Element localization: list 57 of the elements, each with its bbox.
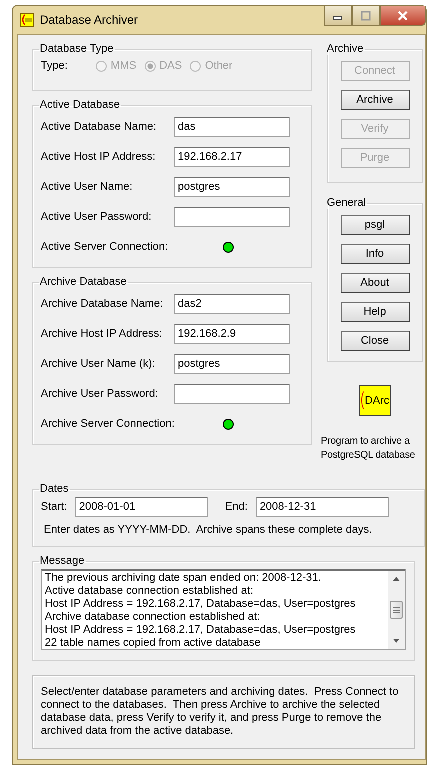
scroll-up-icon[interactable] xyxy=(393,577,400,581)
status-label: Archive Server Connection: xyxy=(41,418,174,430)
scroll-down-icon[interactable] xyxy=(393,639,400,643)
log-line: Host IP Address = 192.168.2.17, Database=das, User=postgres xyxy=(45,624,357,637)
action-button[interactable]: Archive xyxy=(340,90,410,110)
status-label: Active Server Connection: xyxy=(41,241,170,253)
app-icon xyxy=(20,13,34,27)
field-label: Active User Password: xyxy=(41,211,153,223)
field-label: Active Host IP Address: xyxy=(41,151,157,163)
log-line: Host IP Address = 192.168.2.17, Database=das, User=postgres xyxy=(45,598,357,611)
description-text: Program to archive a PostgreSQL database xyxy=(321,435,416,463)
instructions-text: Select/enter database parameters and archiving dates. Press Connect to connect to the databases. Then press Archive to archive the selected database data, press Verify to verify it, and press Purge to remove the archived data from the active database. xyxy=(41,686,400,738)
field-label: Archive Database Name: xyxy=(41,298,164,310)
scroll-thumb[interactable] xyxy=(390,601,403,619)
group-title: Database Type xyxy=(39,43,115,55)
field-label: Archive Host IP Address: xyxy=(41,328,164,340)
action-button[interactable]: Help xyxy=(340,302,410,322)
field-label: Archive User Password: xyxy=(41,388,160,400)
maximize-icon xyxy=(361,10,371,20)
text-field[interactable]: 192.168.2.9 xyxy=(174,324,290,344)
field-label: Start: xyxy=(41,501,68,513)
field-label: End: xyxy=(225,501,248,513)
log-line: Archive database connection established at: xyxy=(45,611,262,624)
group-title: Dates xyxy=(39,483,70,495)
action-button[interactable]: Info xyxy=(340,244,410,264)
message-log[interactable] xyxy=(41,569,406,650)
window-title: Database Archiver xyxy=(40,13,140,27)
text-field[interactable]: das xyxy=(174,117,290,137)
text-field[interactable]: postgres xyxy=(174,354,290,374)
start-date-field[interactable]: 2008-01-01 xyxy=(75,497,208,517)
log-line: Active database connection established at: xyxy=(45,585,255,598)
scrollbar[interactable] xyxy=(388,571,405,649)
close-icon xyxy=(398,10,408,20)
text-field[interactable] xyxy=(174,384,290,404)
action-button[interactable]: psgl xyxy=(340,215,410,235)
field-label: Type: xyxy=(41,60,68,72)
logo: DArc xyxy=(359,385,391,416)
text-field[interactable] xyxy=(174,207,290,227)
group-title: Message xyxy=(39,555,86,567)
minimize-button[interactable] xyxy=(324,6,352,26)
log-line: 22 table names copied from active database xyxy=(45,637,262,649)
text-field[interactable]: postgres xyxy=(174,177,290,197)
text-field[interactable]: 192.168.2.17 xyxy=(174,147,290,167)
action-button[interactable]: Close xyxy=(340,331,410,351)
group-title: Archive Database xyxy=(39,276,128,288)
end-date-field[interactable]: 2008-12-31 xyxy=(256,497,389,517)
text-field[interactable]: das2 xyxy=(174,294,290,314)
field-label: Active Database Name: xyxy=(41,121,158,133)
hint-text: Enter dates as YYYY-MM-DD. Archive spans these complete days. xyxy=(44,524,374,536)
field-label: Active User Name: xyxy=(41,181,134,193)
group-title: Active Database xyxy=(39,99,122,111)
group-title: General xyxy=(326,197,368,209)
group-title: Archive xyxy=(326,43,365,55)
close-button[interactable] xyxy=(380,6,426,26)
field-label: Archive User Name (k): xyxy=(41,358,156,370)
action-button[interactable]: About xyxy=(340,273,410,293)
log-line: The previous archiving date span ended on: 2008-12-31. xyxy=(45,572,322,585)
